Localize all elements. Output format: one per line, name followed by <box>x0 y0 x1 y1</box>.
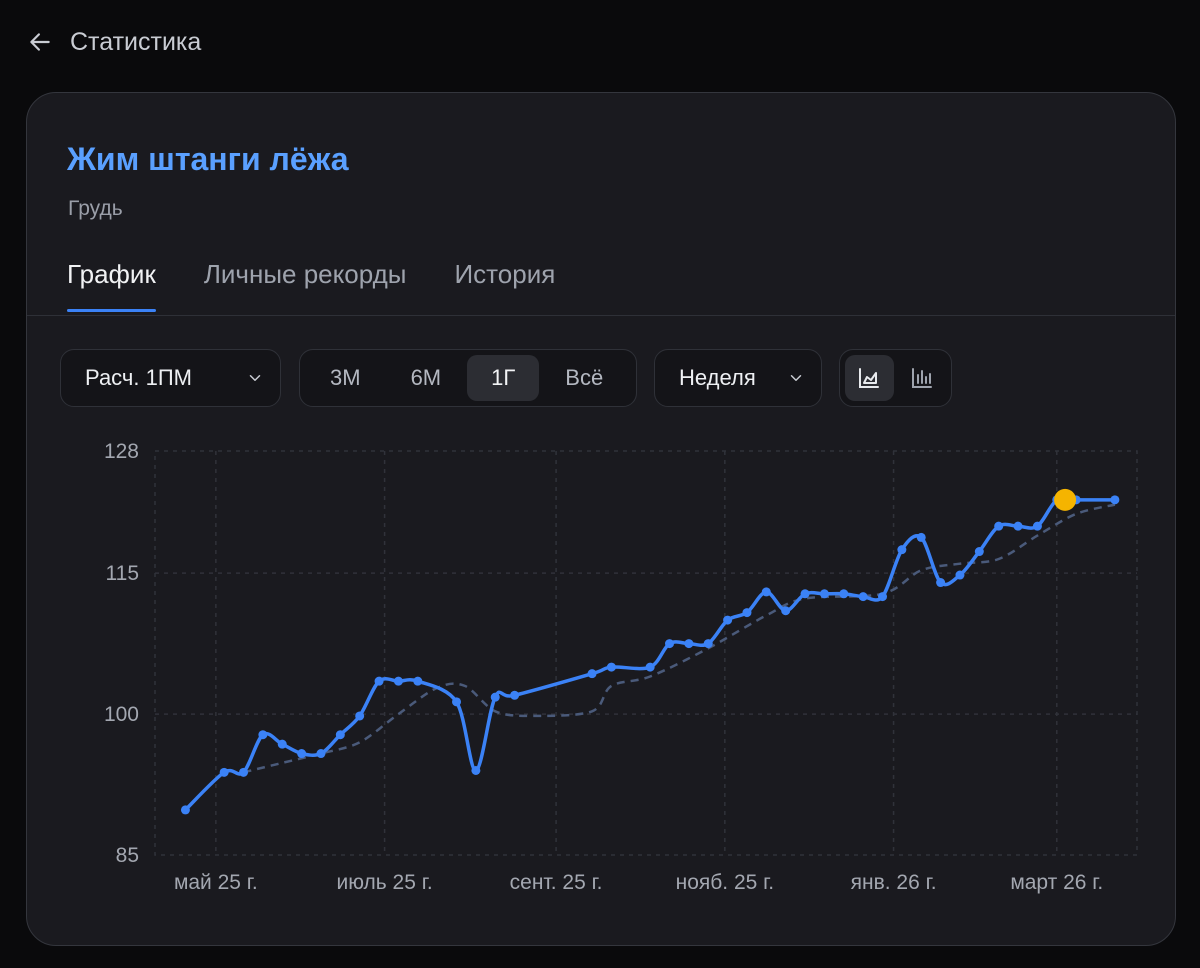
x-tick-label: март 26 г. <box>1010 871 1103 894</box>
data-point[interactable] <box>1110 495 1120 505</box>
bar-chart-view-button[interactable] <box>898 355 947 401</box>
data-point[interactable] <box>781 606 791 616</box>
range-selector: 3М 6М 1Г Всё <box>299 349 637 407</box>
data-point[interactable] <box>393 676 403 686</box>
x-tick-label: нояб. 25 г. <box>676 871 774 894</box>
data-point[interactable] <box>800 589 810 599</box>
data-point[interactable] <box>761 587 771 597</box>
x-axis: май 25 г. июль 25 г. сент. 25 г. нояб. 25 г… <box>174 871 1103 894</box>
data-point[interactable] <box>936 578 946 588</box>
y-tick-label: 100 <box>104 703 139 726</box>
data-point[interactable] <box>510 690 520 700</box>
chevron-down-icon <box>249 375 261 381</box>
data-point[interactable] <box>819 589 829 599</box>
data-point[interactable] <box>277 739 287 749</box>
data-point[interactable] <box>219 767 229 777</box>
data-point[interactable] <box>239 767 249 777</box>
data-point[interactable] <box>878 592 888 602</box>
range-all-button[interactable]: Всё <box>541 355 627 401</box>
tab-bar: График Личные рекорды История <box>67 259 555 312</box>
metric-dropdown[interactable]: Расч. 1ПМ <box>60 349 281 407</box>
data-point[interactable] <box>413 676 423 686</box>
data-points <box>180 495 1120 815</box>
grouping-dropdown[interactable]: Неделя <box>654 349 822 407</box>
data-point[interactable] <box>180 805 190 815</box>
y-tick-label: 85 <box>116 844 139 867</box>
bar-chart-icon <box>911 368 932 388</box>
y-tick-label: 128 <box>104 440 139 463</box>
metric-dropdown-value: Расч. 1ПМ <box>85 365 192 390</box>
data-point[interactable] <box>335 730 345 740</box>
data-point[interactable] <box>452 697 462 707</box>
tab-chart[interactable]: График <box>67 259 156 312</box>
data-point[interactable] <box>316 749 326 759</box>
tab-personal-records[interactable]: Личные рекорды <box>204 259 407 312</box>
progress-chart: 128 115 100 85 май 25 г. июль 25 г. сент. 25 … <box>104 440 1138 894</box>
data-point[interactable] <box>955 570 965 580</box>
exercise-stats-card: Жим штанги лёжа Грудь График Личные реко… <box>26 92 1176 946</box>
view-mode-toggle <box>839 349 952 407</box>
plot-border <box>154 450 1138 856</box>
area-chart-view-button[interactable] <box>845 355 894 401</box>
data-point[interactable] <box>839 589 849 599</box>
exercise-muscle-group: Грудь <box>68 197 123 220</box>
data-point[interactable] <box>297 749 307 759</box>
data-point[interactable] <box>742 608 752 618</box>
data-point[interactable] <box>645 662 655 672</box>
data-point[interactable] <box>684 639 694 649</box>
data-point[interactable] <box>858 592 868 602</box>
range-3m-button[interactable]: 3М <box>306 355 385 401</box>
y-axis: 128 115 100 85 <box>104 440 139 867</box>
chevron-down-icon <box>790 375 802 381</box>
data-point[interactable] <box>897 545 907 555</box>
data-point[interactable] <box>490 692 500 702</box>
area-chart-icon <box>859 368 880 388</box>
data-point[interactable] <box>606 662 616 672</box>
x-tick-label: июль 25 г. <box>337 871 433 894</box>
page-title: Статистика <box>70 27 202 56</box>
tabs-divider <box>27 315 1175 316</box>
data-point[interactable] <box>1013 521 1023 531</box>
data-point[interactable] <box>916 532 926 542</box>
data-point[interactable] <box>703 639 713 649</box>
data-point[interactable] <box>994 521 1004 531</box>
x-tick-label: сент. 25 г. <box>510 871 603 894</box>
data-point[interactable] <box>723 615 733 625</box>
range-6m-button[interactable]: 6М <box>387 355 466 401</box>
exercise-title: Жим штанги лёжа <box>67 141 349 177</box>
arrow-left-icon <box>30 33 50 51</box>
data-point[interactable] <box>974 547 984 557</box>
data-point[interactable] <box>587 669 597 679</box>
y-tick-label: 115 <box>106 562 139 585</box>
tab-history[interactable]: История <box>454 259 555 312</box>
back-button[interactable] <box>26 28 54 56</box>
data-point[interactable] <box>374 676 384 686</box>
x-tick-label: янв. 26 г. <box>851 871 937 894</box>
estimated-1rm-line <box>183 496 1117 812</box>
chart-grid <box>154 450 1138 856</box>
top-bar: Статистика <box>26 22 201 62</box>
grouping-dropdown-value: Неделя <box>679 365 756 390</box>
data-point[interactable] <box>1032 521 1042 531</box>
latest-record-point[interactable] <box>1054 488 1077 511</box>
x-tick-label: май 25 г. <box>174 871 258 894</box>
data-point[interactable] <box>355 711 365 721</box>
data-point[interactable] <box>258 730 268 740</box>
range-1y-button[interactable]: 1Г <box>467 355 540 401</box>
data-point[interactable] <box>665 639 675 649</box>
data-point[interactable] <box>471 765 481 775</box>
